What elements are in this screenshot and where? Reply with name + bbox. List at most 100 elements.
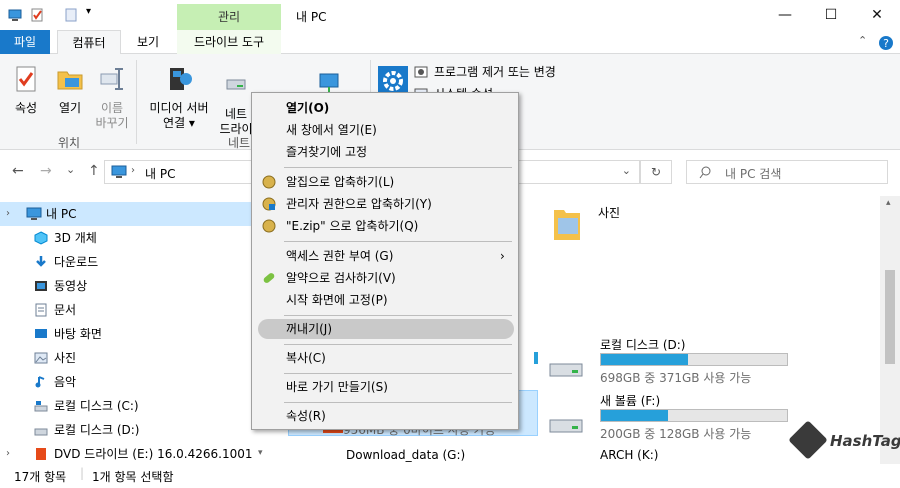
menu-separator	[284, 402, 512, 403]
nav-item-videos[interactable]: 동영상	[0, 274, 270, 298]
expand-icon[interactable]: ›	[6, 202, 10, 226]
alzip-admin-icon	[262, 197, 276, 211]
computer-icon	[111, 165, 127, 178]
menu-item-alyac[interactable]: 알약으로 검사하기(V)	[252, 267, 518, 289]
properties-quick-icon[interactable]	[30, 8, 44, 22]
selection-count: 1개 항목 선택함	[92, 470, 174, 484]
menu-item-properties[interactable]: 속성(R)	[252, 405, 518, 427]
customize-toolbar-icon[interactable]: ▾	[86, 6, 91, 17]
photos-folder-label[interactable]: 사진	[598, 204, 620, 221]
minimize-button[interactable]: —	[762, 0, 808, 30]
maximize-button[interactable]: ☐	[808, 0, 854, 30]
media-server-label-2: 연결 ▾	[163, 116, 195, 130]
help-icon[interactable]: ?	[878, 35, 894, 51]
music-icon	[35, 376, 45, 388]
nav-item-music[interactable]: 음악	[0, 370, 270, 394]
properties-label: 속성	[14, 101, 38, 115]
context-menu: 열기(O) 새 창에서 열기(E) 즐겨찾기에 고정 알집으로 압축하기(L) …	[251, 92, 519, 430]
menu-item-create-shortcut[interactable]: 바로 가기 만들기(S)	[252, 376, 518, 398]
nav-item-local-disk-c[interactable]: 로컬 디스크 (C:)	[0, 394, 270, 418]
office-icon	[36, 448, 46, 460]
svg-text:?: ?	[883, 37, 889, 50]
drive-d-usage-bar	[600, 353, 788, 366]
media-server-button[interactable]: 미디어 서버 연결 ▾	[144, 64, 214, 131]
nav-item-this-pc[interactable]: › 내 PC	[0, 202, 270, 226]
nav-label: 로컬 디스크 (D:)	[54, 423, 140, 437]
menu-item-pin-start[interactable]: 시작 화면에 고정(P)	[252, 289, 518, 311]
tab-file[interactable]: 파일	[0, 30, 50, 54]
up-button[interactable]: ↑	[88, 163, 100, 179]
computer-icon[interactable]	[8, 8, 22, 22]
map-network-drive-button[interactable]: 네트 드라이	[216, 70, 256, 137]
menu-separator	[284, 167, 512, 168]
breadcrumb[interactable]: 내 PC	[145, 165, 175, 182]
refresh-button[interactable]: ↻	[640, 160, 672, 184]
menu-item-pin-quick-access[interactable]: 즐겨찾기에 고정	[252, 141, 518, 163]
back-button[interactable]: ←	[12, 163, 24, 179]
drive-icon	[549, 363, 583, 377]
drive-d-name[interactable]: 로컬 디스크 (D:)	[600, 336, 685, 353]
menu-separator	[284, 315, 512, 316]
nav-item-3d-objects[interactable]: 3D 개체	[0, 226, 270, 250]
menu-label: 액세스 권한 부여 (G)	[286, 249, 394, 263]
nav-label: 바탕 화면	[54, 327, 102, 341]
search-input[interactable]: 내 PC 검색	[686, 160, 888, 184]
nav-item-downloads[interactable]: 다운로드	[0, 250, 270, 274]
item-count: 17개 항목	[14, 470, 67, 484]
navigation-pane: › 내 PC 3D 개체 다운로드 동영상 문서 바탕 화면 사진 음악 로컬 …	[0, 196, 270, 464]
uninstall-program-button[interactable]: 프로그램 제거 또는 변경	[414, 63, 556, 81]
menu-item-alzip[interactable]: 알집으로 압축하기(L)	[252, 171, 518, 193]
picture-icon	[34, 352, 48, 364]
menu-item-alzip-zip[interactable]: "E.zip" 으로 압축하기(Q)	[252, 215, 518, 237]
tab-drive-tools[interactable]: 드라이브 도구	[177, 30, 281, 54]
menu-item-open-new-window[interactable]: 새 창에서 열기(E)	[252, 119, 518, 141]
close-button[interactable]: ✕	[854, 0, 900, 30]
rename-ribbon-button[interactable]: 이름 바꾸기	[92, 64, 132, 131]
window-title: 내 PC	[296, 10, 327, 24]
menu-item-eject[interactable]: 꺼내기(J)	[252, 318, 518, 340]
rename-label-line1: 이름	[100, 101, 124, 115]
expand-icon[interactable]: ›	[6, 442, 10, 466]
drive-k-name[interactable]: ARCH (K:)	[600, 448, 658, 462]
menu-item-open[interactable]: 열기(O)	[252, 97, 518, 119]
nav-item-local-disk-d[interactable]: 로컬 디스크 (D:)	[0, 418, 270, 442]
new-folder-quick-icon[interactable]	[64, 8, 78, 22]
watermark: HashTag	[788, 420, 900, 462]
manage-tab[interactable]: 관리	[177, 4, 281, 31]
nav-item-documents[interactable]: 문서	[0, 298, 270, 322]
nav-item-pictures[interactable]: 사진	[0, 346, 270, 370]
menu-label: 알집으로 압축하기(L)	[286, 175, 395, 189]
menu-item-alzip-admin[interactable]: 관리자 권한으로 압축하기(Y)	[252, 193, 518, 215]
menu-item-give-access[interactable]: 액세스 권한 부여 (G) ›	[252, 245, 518, 267]
drive-partial-usage-bar	[534, 352, 538, 364]
menu-item-copy[interactable]: 복사(C)	[252, 347, 518, 369]
nav-label: 동영상	[54, 279, 88, 293]
scroll-up-icon[interactable]: ▴	[886, 198, 891, 208]
download-icon	[36, 256, 46, 267]
scrollbar-thumb[interactable]	[885, 270, 895, 364]
open-ribbon-button[interactable]: 열기	[52, 64, 88, 116]
nav-label: DVD 드라이브 (E:) 16.0.4266.1001	[54, 447, 253, 461]
scroll-down-icon[interactable]: ▾	[258, 448, 263, 458]
nav-item-desktop[interactable]: 바탕 화면	[0, 322, 270, 346]
drive-g-name[interactable]: Download_data (G:)	[346, 448, 465, 462]
network-drive-icon	[226, 79, 246, 90]
status-separator: |	[80, 466, 85, 480]
address-dropdown-icon[interactable]: ⌄	[622, 164, 631, 177]
open-folder-icon	[57, 71, 83, 90]
open-label: 열기	[58, 101, 82, 115]
search-icon	[699, 166, 711, 179]
forward-button[interactable]: →	[40, 163, 52, 179]
nav-label: 3D 개체	[54, 231, 97, 245]
collapse-ribbon-icon[interactable]: ⌃	[858, 34, 867, 47]
drive-f-name[interactable]: 새 볼륨 (F:)	[600, 392, 660, 409]
tab-view[interactable]: 보기	[124, 30, 172, 54]
alzip-icon	[262, 219, 276, 233]
media-server-icon	[170, 68, 192, 90]
nav-label: 음악	[54, 375, 77, 389]
recent-locations-button[interactable]: ⌄	[66, 163, 75, 176]
nav-label: 내 PC	[46, 207, 77, 221]
properties-ribbon-button[interactable]: 속성	[8, 64, 44, 116]
tab-computer[interactable]: 컴퓨터	[57, 30, 121, 55]
nav-item-dvd-drive-e[interactable]: › DVD 드라이브 (E:) 16.0.4266.1001	[0, 442, 270, 466]
